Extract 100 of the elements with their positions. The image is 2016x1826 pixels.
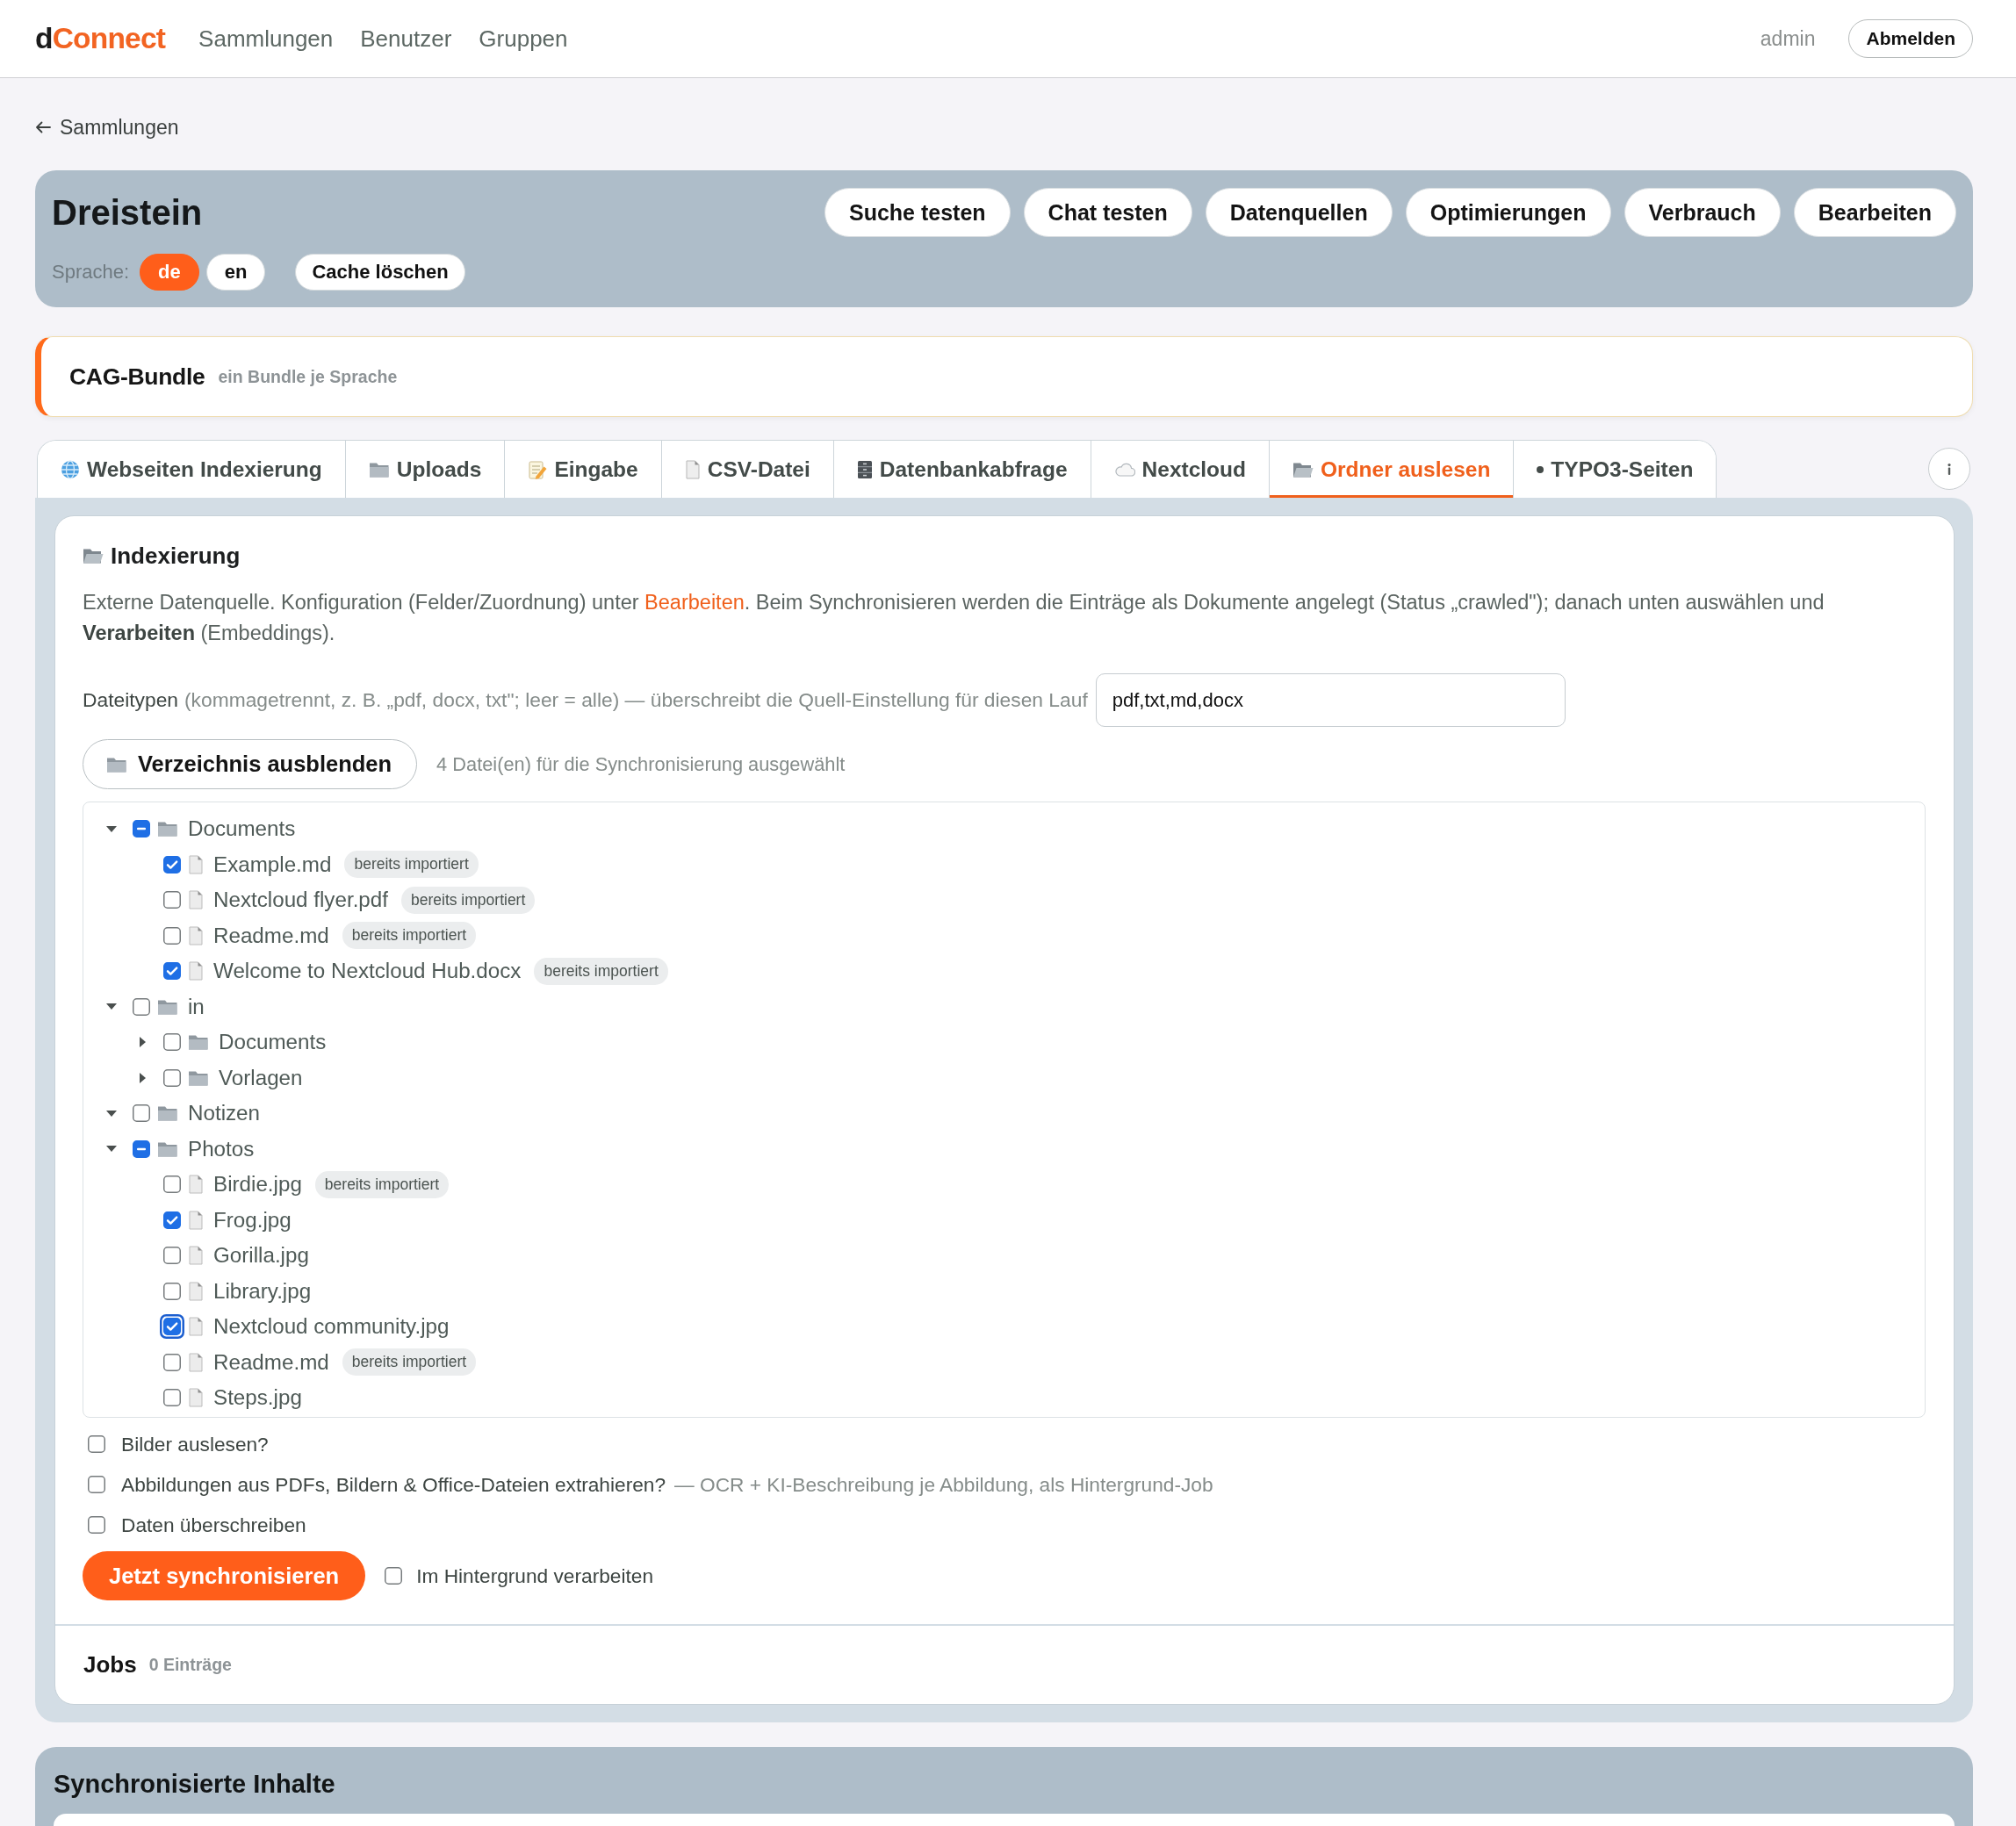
checkbox[interactable] [133,1104,150,1123]
nav-link[interactable]: Gruppen [479,25,568,53]
tree-item-label[interactable]: Library.jpg [213,1278,312,1304]
option-label[interactable]: Im Hintergrund verarbeiten [416,1564,654,1588]
logout-button[interactable]: Abmelden [1848,19,1973,58]
tree-item-label[interactable]: Documents [219,1030,327,1055]
field-hint: (kommagetrennt, z. B. „pdf, docx, txt"; leer = alle) — überschreibt die Quell-Einstellung für diesen Lauf [184,688,1088,712]
checkbox[interactable] [160,1314,184,1340]
checkbox[interactable] [163,1175,181,1194]
user-name: admin [1760,26,1816,51]
info-icon [1948,463,1951,475]
jobs-count: 0 Einträge [148,1655,232,1675]
bundle-title: CAG-Bundle [69,363,205,391]
source-tab[interactable]: Webseiten Indexierung [38,441,346,498]
action-button[interactable]: Datenquellen [1205,188,1393,237]
tree-item-label[interactable]: Nextcloud community.jpg [213,1314,450,1340]
tree-item-label[interactable]: Gorilla.jpg [213,1243,309,1269]
section-title: Indexierung [111,542,241,570]
tree-item-label[interactable]: Photos [188,1136,255,1161]
action-button[interactable]: Bearbeiten [1793,188,1956,237]
checkbox[interactable] [133,820,150,838]
checkbox[interactable] [163,891,181,909]
toggle-directory-button[interactable]: Verzeichnis ausblenden [83,739,418,789]
tree-item-label[interactable]: Vorlagen [219,1065,303,1090]
tree-item-label[interactable]: Example.md [213,852,332,877]
status-badge: bereits importiert [401,886,536,914]
cloud-icon [1113,462,1135,477]
back-link[interactable]: Sammlungen [35,116,179,139]
file-icon [188,925,204,945]
checkbox[interactable] [163,855,181,873]
open-folder-icon [83,547,104,564]
tree-item-label[interactable]: Documents [188,816,296,842]
tree-item-label[interactable]: Frog.jpg [213,1207,292,1233]
checkbox[interactable] [133,997,150,1016]
checkbox[interactable] [385,1567,403,1585]
caret-down-icon[interactable] [106,1146,117,1153]
action-button[interactable]: Chat testen [1023,188,1192,237]
file-icon [188,1388,204,1408]
checkbox[interactable] [88,1435,105,1453]
caret-down-icon[interactable] [106,825,117,832]
notepad-icon [528,459,548,479]
caret-right-icon[interactable] [139,1072,146,1083]
checkbox[interactable] [163,1389,181,1407]
language-option[interactable]: en [205,254,266,291]
action-button[interactable]: Optimierungen [1405,188,1611,237]
tree-item-label[interactable]: in [188,994,205,1019]
checkbox[interactable] [163,1211,181,1229]
file-types-input[interactable]: pdf,txt,md,docx [1095,673,1566,727]
tree-item-label[interactable]: Nextcloud flyer.pdf [213,888,388,913]
checkbox[interactable] [163,962,181,981]
language-label: Sprache: [52,261,130,284]
file-icon [188,1281,204,1301]
folder-icon [157,820,178,838]
checkbox[interactable] [163,1247,181,1265]
action-button[interactable]: Verbrauch [1624,188,1781,237]
tree-item-label[interactable]: Readme.md [213,1349,329,1375]
field-label: Dateitypen [83,688,178,712]
dot-icon [1537,465,1544,473]
checkbox[interactable] [88,1476,105,1493]
caret-down-icon[interactable] [106,1003,117,1010]
tree-item-label[interactable]: Birdie.jpg [213,1172,302,1197]
checkbox[interactable] [163,1033,181,1052]
bundle-subtitle: ein Bundle je Sprache [218,366,398,387]
file-icon [188,1246,204,1266]
file-icon [188,890,204,910]
option-label[interactable]: Daten überschreiben [121,1513,306,1537]
file-icon [188,1352,204,1372]
jobs-title: Jobs [83,1651,137,1679]
checkbox[interactable] [163,926,181,945]
synced-content-title: Synchronisierte Inhalte [54,1769,336,1800]
status-badge: bereits importiert [314,1170,450,1198]
option-label[interactable]: Abbildungen aus PDFs, Bildern & Office-Dateien extrahieren? [121,1472,666,1497]
globe-icon [61,459,80,479]
checkbox[interactable] [163,1068,181,1087]
nav-link[interactable]: Sammlungen [198,25,334,53]
checkbox[interactable] [88,1516,105,1534]
tree-item-label[interactable]: Steps.jpg [213,1385,302,1411]
logo[interactable]: dConnect [35,22,166,55]
status-badge: bereits importiert [344,851,479,879]
caret-down-icon[interactable] [106,1110,117,1117]
folder-icon [188,1033,209,1052]
tree-item-label[interactable]: Notizen [188,1101,260,1126]
document-icon [684,459,701,479]
caret-right-icon[interactable] [139,1037,146,1048]
checkbox[interactable] [163,1353,181,1371]
file-icon [188,1175,204,1195]
clear-cache-button[interactable]: Cache löschen [295,254,465,291]
tree-item-label[interactable]: Welcome to Nextcloud Hub.docx [213,959,522,984]
option-label[interactable]: Bilder auslesen? [121,1432,269,1456]
tree-item-label[interactable]: Readme.md [213,923,329,948]
description-text: Externe Datenquelle. Konfiguration (Felder/Zuordnung) unter Bearbeiten. Beim Synchronisieren werden die Einträge als Dokumente angelegt (Status „crawled"); danach unten auswählen und Verarbeiten (Embeddings). [83,590,1825,646]
status-badge: bereits importiert [534,957,668,985]
file-icon [188,1317,204,1337]
nav-link[interactable]: Benutzer [360,25,452,53]
folder-icon [157,1104,178,1123]
checkbox[interactable] [133,1139,150,1158]
checkbox[interactable] [163,1282,181,1300]
action-button[interactable]: Suche testen [824,188,1011,237]
option-hint: — OCR + KI-Beschreibung je Abbildung, als Hintergrund-Job [674,1472,1213,1497]
file-icon [188,854,204,874]
